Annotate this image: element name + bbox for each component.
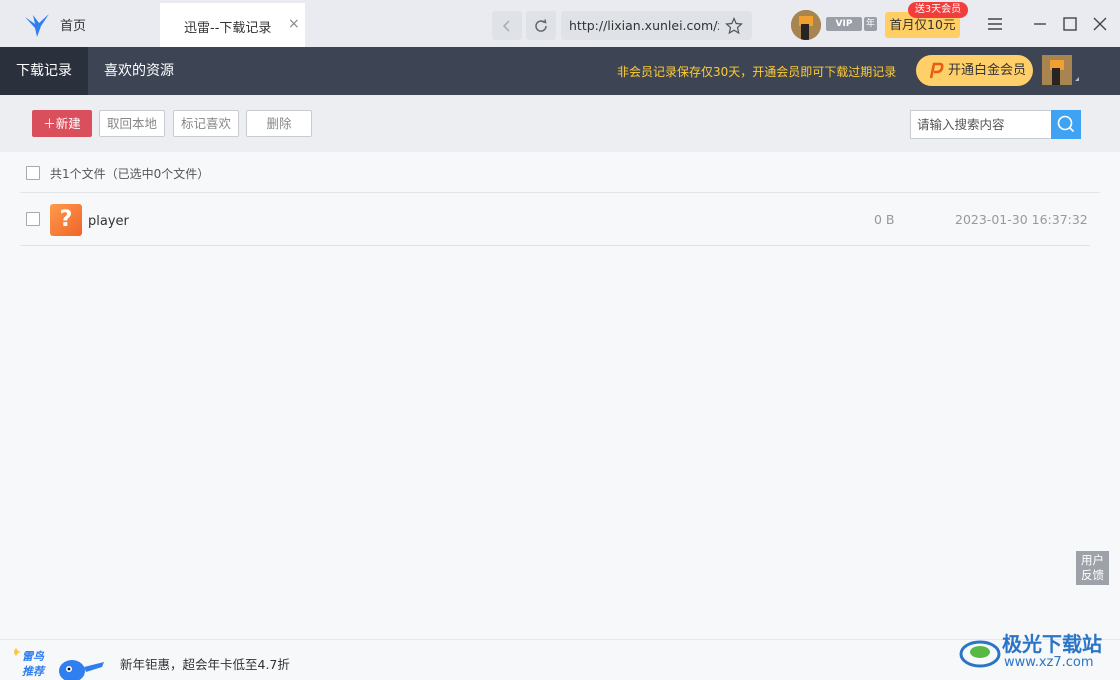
table-row[interactable]: ? player 0 B 2023-01-30 16:37:32 [20, 194, 1090, 246]
watermark-url: www.xz7.com [1004, 655, 1094, 670]
address-bar[interactable]: http://lixian.xunlei.com/xl9 [561, 11, 752, 40]
tab-download-history[interactable]: 下载记录 [0, 47, 88, 95]
bird-mascot-icon[interactable]: 雷鸟 推荐 [14, 645, 106, 680]
file-size: 0 B [874, 212, 895, 227]
search-box [910, 110, 1081, 139]
delete-button[interactable]: 删除 [246, 110, 312, 137]
tab-close-icon[interactable]: × [288, 16, 300, 32]
chevron-left-icon [502, 19, 510, 32]
avatar-image-icon [1042, 55, 1072, 85]
new-button[interactable]: ＋新建 [32, 110, 92, 137]
xunlei-logo-icon [25, 14, 49, 37]
p-logo-icon [929, 62, 944, 79]
search-input[interactable] [911, 111, 1051, 138]
plus-icon: ＋ [43, 116, 56, 131]
search-icon [1057, 115, 1075, 133]
refresh-button[interactable] [526, 11, 556, 40]
minimize-icon[interactable] [1030, 14, 1050, 34]
tab-favorite-resources[interactable]: 喜欢的资源 [88, 47, 190, 95]
feedback-line-2: 反馈 [1081, 568, 1104, 582]
user-avatar[interactable] [791, 10, 821, 40]
file-count-summary: 共1个文件（已选中0个文件） [50, 167, 210, 181]
close-window-icon[interactable] [1090, 14, 1110, 34]
tab-home-label: 首页 [60, 19, 87, 34]
toolbar: ＋新建 取回本地 标记喜欢 删除 [0, 95, 1120, 152]
nav-bar: 下载记录 喜欢的资源 非会员记录保存仅30天，开通会员即可下载过期记录 开通白金… [0, 47, 1120, 95]
menu-icon[interactable] [985, 14, 1005, 34]
select-all-checkbox[interactable] [26, 166, 40, 180]
open-platinum-vip-button[interactable]: 开通白金会员 [916, 55, 1033, 86]
list-header: 共1个文件（已选中0个文件） [20, 152, 1100, 193]
tab-download-records[interactable]: 迅雷--下载记录 × [160, 3, 305, 47]
watermark-title: 极光下载站 [1002, 632, 1102, 656]
site-watermark: 极光下载站 www.xz7.com [958, 628, 1118, 678]
refresh-icon [535, 18, 547, 32]
caret-down-icon[interactable] [1075, 77, 1079, 81]
maximize-icon[interactable] [1060, 14, 1080, 34]
address-text: http://lixian.xunlei.com/xl9 [569, 18, 719, 33]
svg-text:推荐: 推荐 [22, 665, 46, 678]
tab-home[interactable]: 首页 [0, 0, 160, 47]
retrieve-local-button[interactable]: 取回本地 [99, 110, 165, 137]
mark-favorite-button[interactable]: 标记喜欢 [173, 110, 239, 137]
footer-promo-text[interactable]: 新年钜惠，超会年卡低至4.7折 [120, 654, 290, 673]
user-feedback-button[interactable]: 用户 反馈 [1076, 551, 1109, 585]
new-button-label: 新建 [55, 116, 81, 131]
search-button[interactable] [1051, 110, 1081, 139]
open-platinum-vip-label: 开通白金会员 [948, 63, 1027, 78]
year-badge: 年 [864, 17, 877, 31]
back-button[interactable] [492, 11, 522, 40]
member-notice: 非会员记录保存仅30天，开通会员即可下载过期记录 [617, 65, 897, 79]
star-icon[interactable] [725, 17, 743, 35]
promo-flag: 送3天会员 [908, 2, 968, 18]
nav-avatar[interactable] [1042, 55, 1072, 85]
aurora-logo-icon [959, 640, 1001, 668]
mascot-text: 雷鸟 [22, 650, 45, 663]
unknown-file-icon: ? [50, 204, 82, 236]
tab-download-records-label: 迅雷--下载记录 [184, 21, 272, 36]
footer-bar: 雷鸟 推荐 新年钜惠，超会年卡低至4.7折 [0, 639, 1120, 680]
avatar-image-icon [791, 10, 821, 40]
file-name[interactable]: player [88, 214, 129, 229]
vip-badge: VIP [826, 17, 862, 31]
row-checkbox[interactable] [26, 212, 40, 226]
file-date: 2023-01-30 16:37:32 [955, 212, 1088, 227]
feedback-line-1: 用户 [1081, 553, 1104, 567]
title-bar: 首页 迅雷--下载记录 × http://lixian.xunlei.com/x… [0, 0, 1120, 47]
